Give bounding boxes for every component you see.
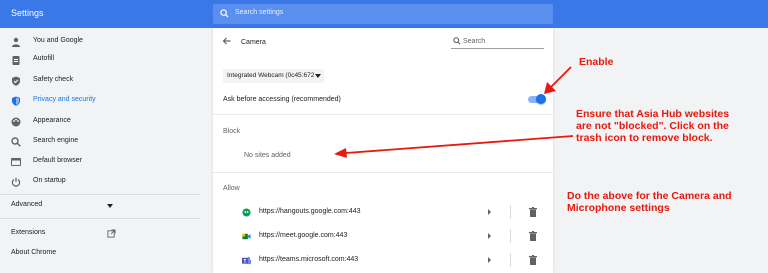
ask-before-accessing-label: Ask before accessing (recommended): [223, 96, 341, 103]
site-url: https://meet.google.com:443: [259, 232, 348, 239]
sidebar-item-label: Search engine: [33, 137, 79, 144]
sidebar-item-autofill[interactable]: Autofill: [0, 52, 200, 68]
trash-icon[interactable]: [529, 207, 537, 217]
sidebar-item-label: Safety check: [33, 76, 74, 83]
allow-site-row[interactable]: https://teams.microsoft.com:443: [213, 250, 553, 270]
camera-device-select[interactable]: Integrated Webcam (0c45:672: [223, 69, 324, 83]
site-url: https://teams.microsoft.com:443: [259, 256, 359, 263]
shield-check-icon: [12, 76, 20, 86]
meet-icon: [242, 233, 251, 240]
chevron-right-icon[interactable]: [488, 233, 491, 239]
browser-icon: [11, 158, 21, 166]
search-icon: [220, 9, 229, 18]
person-icon: [12, 37, 20, 47]
sidebar-item-you-and-google[interactable]: You and Google: [0, 34, 200, 50]
annotation-ensure: Ensure that Asia Hub websites are not "b…: [576, 108, 729, 144]
shield-icon: [12, 96, 20, 106]
row-separator: [510, 205, 511, 219]
hangouts-icon: [242, 208, 251, 217]
search-icon: [453, 37, 461, 45]
sidebar-item-default-browser[interactable]: Default browser: [0, 154, 200, 170]
camera-device-value: Integrated Webcam (0c45:672: [227, 72, 315, 79]
sidebar-item-on-startup[interactable]: On startup: [0, 174, 200, 190]
allow-site-row[interactable]: https://hangouts.google.com:443: [213, 202, 553, 222]
sidebar-divider: [0, 218, 200, 219]
section-divider: [213, 114, 553, 115]
sidebar-item-about-chrome[interactable]: About Chrome: [0, 246, 200, 262]
search-settings-placeholder: Search settings: [235, 9, 284, 16]
chevron-down-icon: [107, 204, 113, 208]
annotation-enable: Enable: [579, 56, 614, 68]
sidebar-item-label: Appearance: [33, 117, 71, 124]
allow-section-title: Allow: [223, 185, 240, 192]
power-icon: [11, 177, 21, 187]
app-title: Settings: [11, 8, 44, 18]
sidebar-item-label: Default browser: [33, 157, 83, 164]
sidebar-item-label: You and Google: [33, 37, 83, 44]
block-empty-message: No sites added: [244, 152, 291, 159]
chevron-right-icon[interactable]: [488, 209, 491, 215]
allow-site-row[interactable]: https://meet.google.com:443: [213, 226, 553, 246]
search-icon: [11, 137, 21, 147]
ask-before-accessing-toggle[interactable]: [528, 94, 546, 104]
block-section-title: Block: [223, 128, 241, 135]
palette-icon: [11, 117, 21, 127]
card-search-input[interactable]: Search: [451, 34, 544, 49]
sidebar-item-label: Autofill: [33, 55, 55, 62]
row-separator: [510, 253, 511, 267]
top-bar: Settings Search settings: [0, 0, 768, 28]
sidebar-item-appearance[interactable]: Appearance: [0, 114, 200, 130]
trash-icon[interactable]: [529, 231, 537, 241]
annotation-line: trash icon to remove block.: [576, 132, 713, 144]
back-arrow-icon[interactable]: [222, 36, 232, 46]
annotation-line: Microphone settings: [567, 202, 670, 214]
annotation-line: are not "blocked". Click on the: [576, 120, 729, 132]
annotation-line: Ensure that Asia Hub websites: [576, 108, 730, 120]
site-url: https://hangouts.google.com:443: [259, 208, 361, 215]
card-search-placeholder: Search: [463, 38, 486, 45]
about-chrome-label: About Chrome: [11, 249, 57, 256]
annotation-repeat: Do the above for the Camera and Micropho…: [567, 190, 732, 214]
extensions-label: Extensions: [11, 229, 46, 236]
search-settings-box[interactable]: Search settings: [213, 4, 553, 24]
teams-icon: [242, 256, 251, 265]
sidebar-item-privacy-and-security[interactable]: Privacy and security: [0, 93, 200, 109]
open-in-new-icon: [107, 229, 116, 238]
camera-settings-card: Camera Search Integrated Webcam (0c45:67…: [213, 28, 553, 273]
sidebar-item-extensions[interactable]: Extensions: [0, 226, 200, 242]
sidebar: You and Google Autofill Safety check Pri…: [0, 28, 200, 273]
trash-icon[interactable]: [529, 255, 537, 265]
sidebar-item-label: Privacy and security: [33, 96, 96, 103]
sidebar-item-search-engine[interactable]: Search engine: [0, 134, 200, 150]
page-title: Camera: [241, 39, 266, 46]
chevron-right-icon[interactable]: [488, 257, 491, 263]
advanced-label: Advanced: [11, 201, 43, 208]
toggle-knob: [536, 94, 546, 104]
annotation-line: Do the above for the Camera and: [567, 190, 732, 202]
sidebar-item-label: On startup: [33, 177, 66, 184]
chevron-down-icon: [315, 74, 321, 78]
row-separator: [510, 229, 511, 243]
sidebar-divider: [0, 194, 200, 195]
section-divider: [213, 172, 553, 173]
clipboard-icon: [12, 56, 20, 65]
sidebar-advanced-toggle[interactable]: Advanced: [0, 198, 200, 214]
sidebar-item-safety-check[interactable]: Safety check: [0, 73, 200, 89]
